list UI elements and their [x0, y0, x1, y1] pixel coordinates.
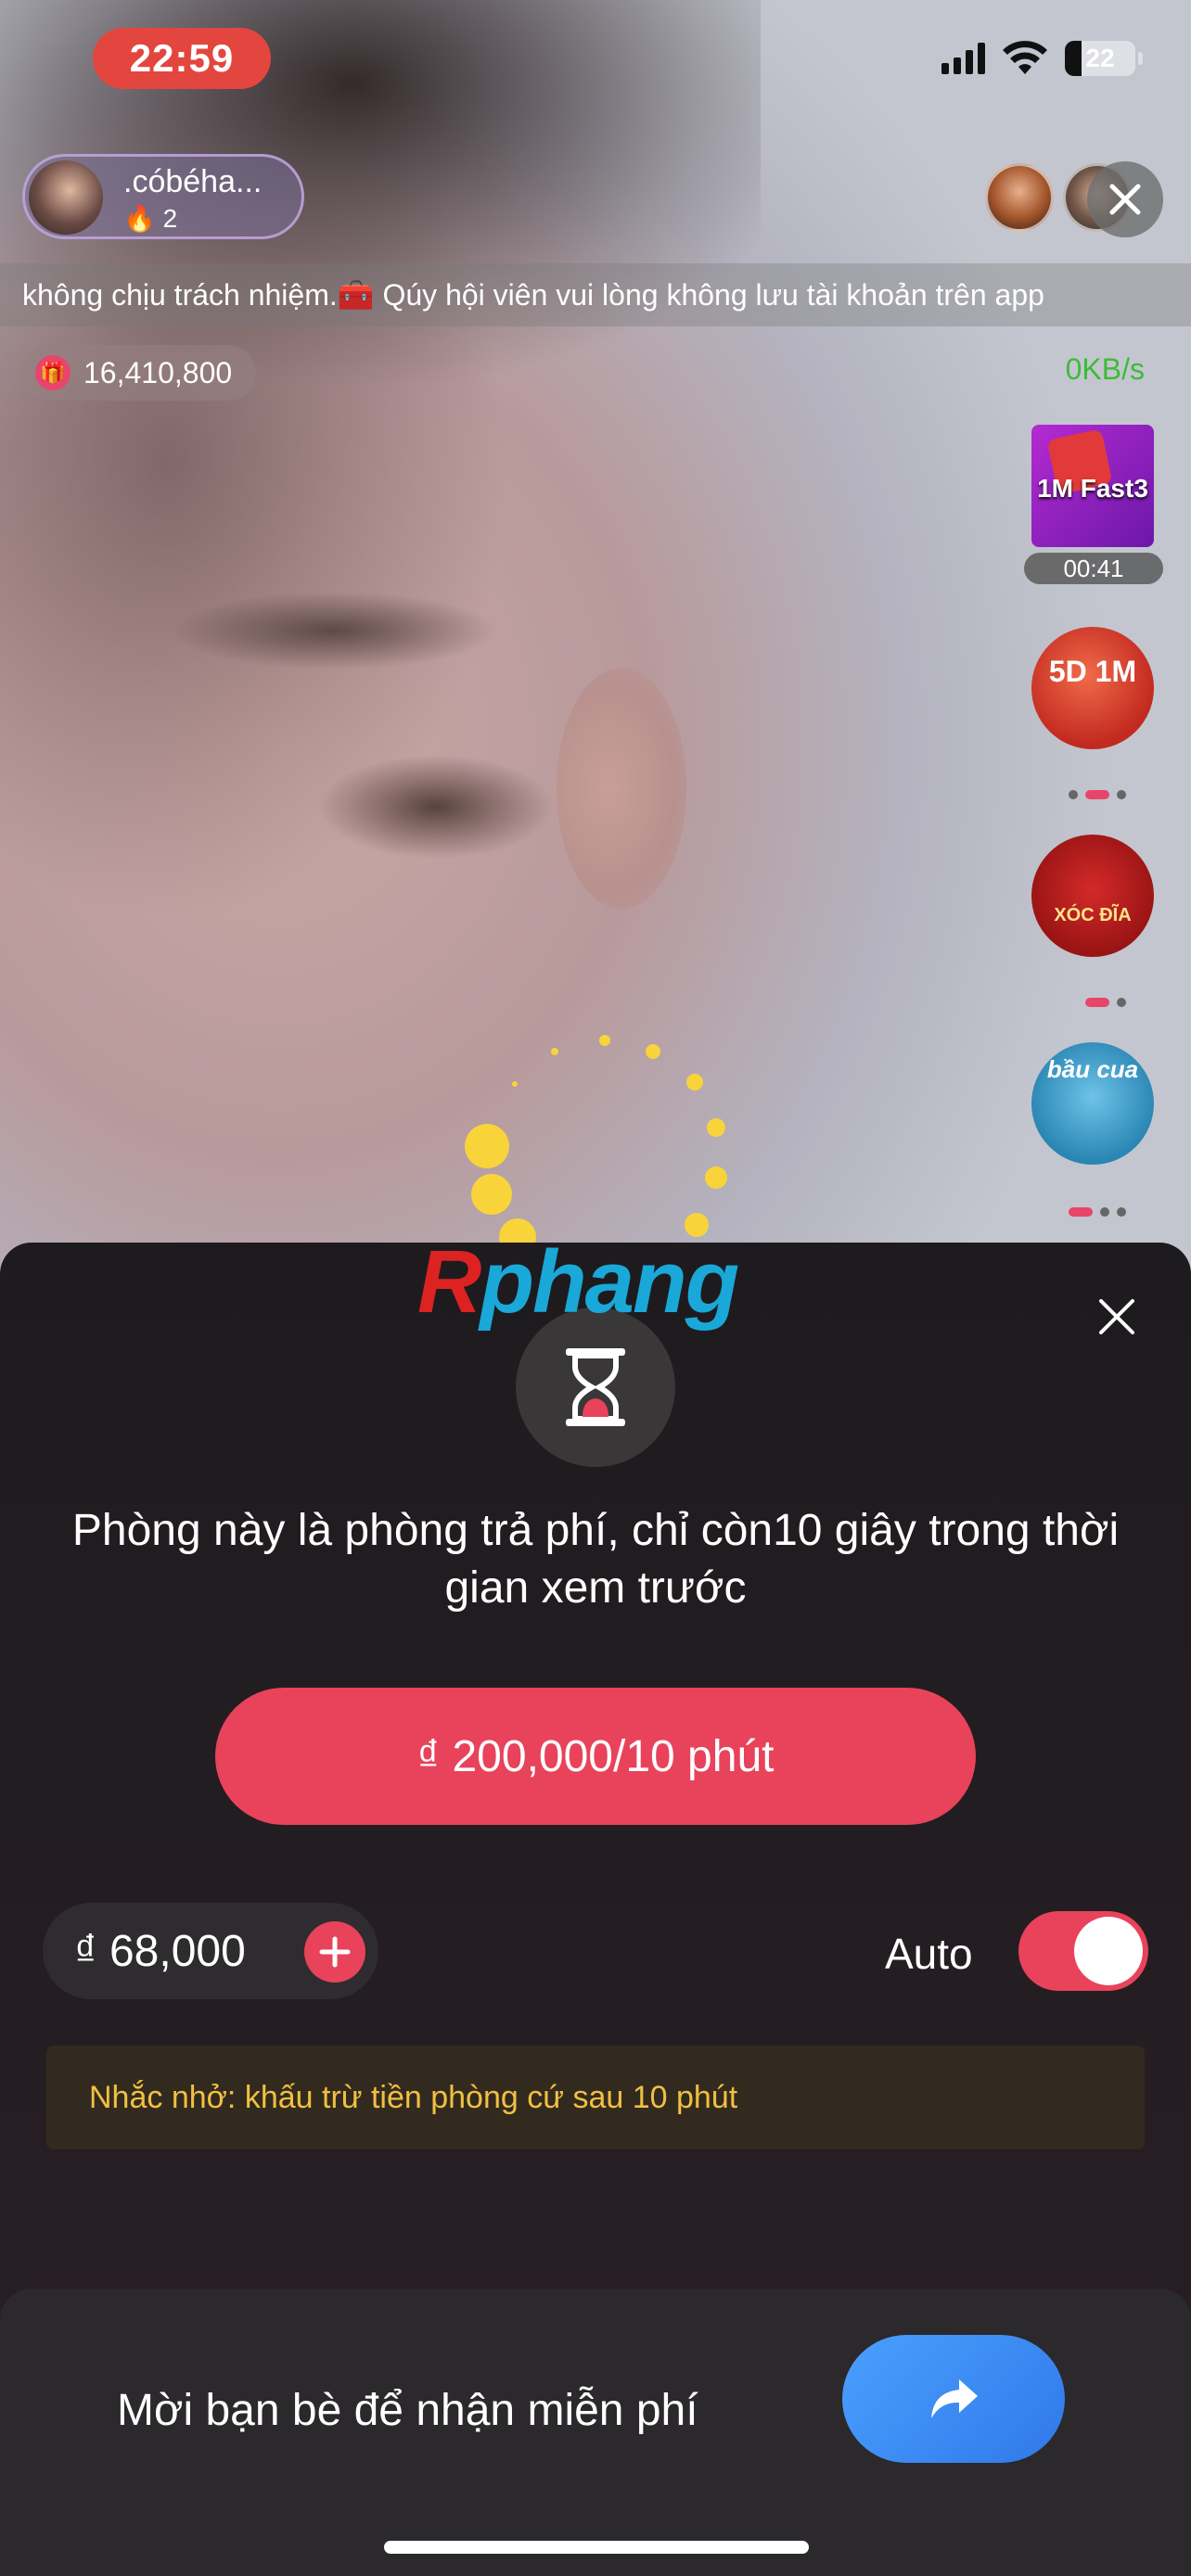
home-indicator — [384, 2541, 809, 2554]
gift-count: 16,410,800 — [83, 355, 233, 389]
battery-icon: 22 — [1065, 41, 1143, 76]
announcement-ticker: không chịu trách nhiệm.🧰 Qúy hội viên vu… — [0, 263, 1191, 326]
close-icon — [1099, 1299, 1134, 1334]
close-stream-button[interactable] — [1087, 161, 1163, 237]
streamer-name: .cóbéha... — [123, 164, 263, 199]
viewer-avatar[interactable] — [985, 163, 1054, 232]
gift-icon: 🎁 — [35, 355, 70, 390]
flame-icon: 🔥 — [123, 204, 156, 233]
network-speed: 0KB/s — [1065, 352, 1145, 386]
auto-label: Auto — [885, 1930, 973, 1978]
balance-amount: ₫ 68,000 — [74, 1926, 246, 1976]
game-xoc-dia-button[interactable]: XÓC ĐĨA — [1031, 835, 1154, 957]
share-button[interactable] — [842, 2335, 1065, 2463]
close-icon — [1109, 184, 1141, 215]
balance-pill: ₫ 68,000 — [43, 1903, 378, 1999]
wifi-icon — [1003, 41, 1047, 74]
streamer-avatar[interactable] — [29, 160, 103, 235]
carousel-dots — [1085, 998, 1126, 1007]
battery-level: 22 — [1085, 44, 1115, 72]
fans-count: 2 — [162, 204, 178, 233]
game-label: 1M Fast3 — [1037, 474, 1148, 503]
pay-button[interactable]: ₫ 200,000/10 phút — [215, 1688, 976, 1825]
cellular-signal-icon — [941, 43, 985, 74]
paywall-message: Phòng này là phòng trả phí, chỉ còn10 gi… — [71, 1506, 1120, 1613]
game-timer: 00:41 — [1024, 553, 1163, 584]
game-fast3-button[interactable]: 1M Fast3 — [1031, 425, 1154, 547]
plus-icon — [319, 1936, 351, 1968]
toggle-knob — [1074, 1917, 1143, 1985]
status-icons: 22 — [941, 41, 1143, 76]
carousel-dots — [1069, 1207, 1126, 1217]
paywall-sheet: Phòng này là phòng trả phí, chỉ còn10 gi… — [0, 1243, 1191, 2576]
auto-toggle[interactable] — [1018, 1911, 1148, 1991]
streamer-fans: 🔥 2 — [123, 203, 177, 234]
gift-counter[interactable]: 🎁 16,410,800 — [22, 345, 257, 401]
add-funds-button[interactable] — [304, 1921, 365, 1983]
game-bau-cua-button[interactable]: bầu cua — [1031, 1042, 1154, 1165]
game-5d-button[interactable]: 5D 1M — [1031, 627, 1154, 749]
status-time: 22:59 — [93, 28, 271, 89]
invite-text: Mời bạn bè để nhận miễn phí — [117, 2386, 698, 2435]
hourglass-icon — [566, 1348, 625, 1426]
game-label: bầu cua — [1046, 1055, 1139, 1083]
sheet-close-button[interactable] — [1091, 1291, 1143, 1343]
watermark-logo: Rphang — [417, 1232, 739, 1332]
game-label: XÓC ĐĨA — [1054, 905, 1132, 925]
streamer-info[interactable]: .cóbéha... 🔥 2 — [22, 154, 304, 239]
carousel-dots — [1069, 790, 1126, 799]
share-arrow-icon — [931, 2379, 978, 2418]
reminder-notice: Nhắc nhở: khấu trừ tiền phòng cứ sau 10 … — [46, 2046, 1145, 2149]
invite-panel: Mời bạn bè để nhận miễn phí — [0, 2289, 1191, 2576]
game-label: 5D 1M — [1048, 655, 1137, 688]
video-ear-region — [557, 668, 686, 909]
